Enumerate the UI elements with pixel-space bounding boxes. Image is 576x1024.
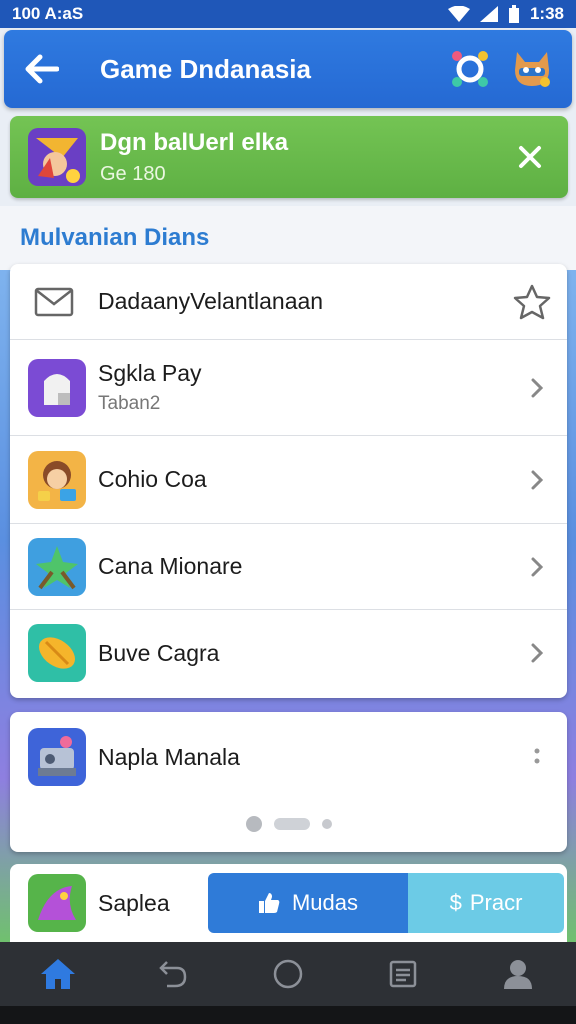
navigation-bar — [0, 942, 576, 1006]
close-icon — [519, 146, 541, 168]
nav-profile-button[interactable] — [488, 944, 548, 1004]
list-item-cohio-coa[interactable]: Cohio Coa — [10, 436, 567, 524]
mail-icon — [10, 287, 98, 317]
section-title: Mulvanian Dians — [20, 224, 210, 251]
pracr-button[interactable]: $ Pracr — [408, 873, 564, 933]
pracr-button-label: Pracr — [469, 890, 523, 915]
home-icon — [40, 959, 75, 989]
list-item-name: Cana Mionare — [98, 553, 243, 579]
bottom-strip — [0, 1006, 576, 1024]
carousel-indicator[interactable] — [10, 816, 567, 832]
promo-banner[interactable]: Dgn balUerl elka Ge 180 — [10, 116, 568, 198]
recents-icon — [389, 960, 417, 988]
status-time-right: 1:38 — [529, 4, 564, 23]
nav-home-circle-button[interactable] — [258, 944, 318, 1004]
page-title: Game Dndanasia — [100, 53, 311, 84]
battery-icon — [508, 5, 520, 23]
avatar-cat-icon — [515, 52, 550, 87]
list-item-cana-mionare[interactable]: Cana Mionare — [10, 524, 567, 610]
wizard-app-icon — [28, 128, 86, 186]
profile-icon — [504, 960, 533, 989]
signal-icon — [479, 6, 498, 22]
mudas-button-label: Mudas — [291, 890, 359, 915]
featured-app-card[interactable]: Napla Manala — [10, 712, 567, 852]
character-app-icon — [28, 450, 86, 509]
banner-subtitle: Ge 180 — [100, 162, 166, 185]
list-item-buve-cagra[interactable]: Buve Cagra — [10, 610, 567, 696]
list-item-subtitle: Taban2 — [98, 393, 161, 414]
action-button-group: Mudas $ Pracr — [208, 873, 564, 933]
app-bar: Game Dndanasia — [4, 30, 572, 108]
chevron-right-icon — [507, 556, 567, 578]
thumbs-up-icon — [258, 893, 280, 913]
network-button[interactable] — [448, 47, 492, 91]
star-button[interactable] — [497, 284, 567, 320]
section-header: Mulvanian Dians — [0, 206, 576, 270]
back-icon — [159, 961, 187, 988]
status-time-left: 100 A:aS — [12, 4, 84, 23]
mudas-button[interactable]: Mudas — [208, 873, 408, 933]
status-bar: 100 A:aS 1:38 — [0, 0, 576, 28]
star-icon — [513, 284, 551, 319]
chevron-right-icon — [507, 642, 567, 664]
list-item-name: Cohio Coa — [98, 466, 207, 492]
list-item-sgkla-pay[interactable]: Sgkla Pay Taban2 — [10, 340, 567, 436]
action-app-name: Saplea — [98, 889, 170, 916]
back-button[interactable] — [4, 30, 80, 108]
list-header-row[interactable]: DadaanyVelantlanaan — [10, 264, 567, 340]
chevron-right-icon — [507, 469, 567, 491]
featured-app-name: Napla Manala — [98, 743, 240, 770]
more-vertical-icon — [534, 748, 540, 764]
network-icon — [452, 51, 488, 87]
chevron-right-icon — [507, 377, 567, 399]
castle-app-icon — [28, 358, 86, 417]
app-list-card: DadaanyVelantlanaan Sgkla Pay Taban2 Coh… — [10, 264, 567, 698]
banner-close-button[interactable] — [500, 127, 560, 187]
avatar[interactable] — [510, 47, 554, 91]
list-item-name: Sgkla Pay — [98, 360, 202, 386]
dollar-icon: $ — [449, 890, 462, 915]
circle-home-icon — [273, 959, 303, 989]
star-app-icon — [28, 537, 86, 596]
wifi-icon — [447, 6, 470, 22]
nav-home-button[interactable] — [28, 944, 88, 1004]
banner-title: Dgn balUerl elka — [100, 128, 289, 156]
carousel-dot[interactable] — [321, 819, 332, 829]
gem-app-icon — [28, 624, 86, 682]
list-item-name: Buve Cagra — [98, 639, 220, 666]
list-header-label: DadaanyVelantlanaan — [98, 288, 324, 314]
dragon-app-icon — [28, 874, 86, 932]
nav-recents-button[interactable] — [373, 944, 433, 1004]
robot-app-icon — [28, 728, 86, 786]
carousel-dot[interactable] — [245, 816, 262, 832]
carousel-dot-active[interactable] — [273, 818, 310, 830]
more-options-button[interactable] — [507, 747, 567, 767]
bottom-action-bar: Saplea Mudas $ Pracr — [10, 864, 567, 942]
arrow-left-icon — [25, 54, 59, 84]
nav-back-button[interactable] — [143, 944, 203, 1004]
